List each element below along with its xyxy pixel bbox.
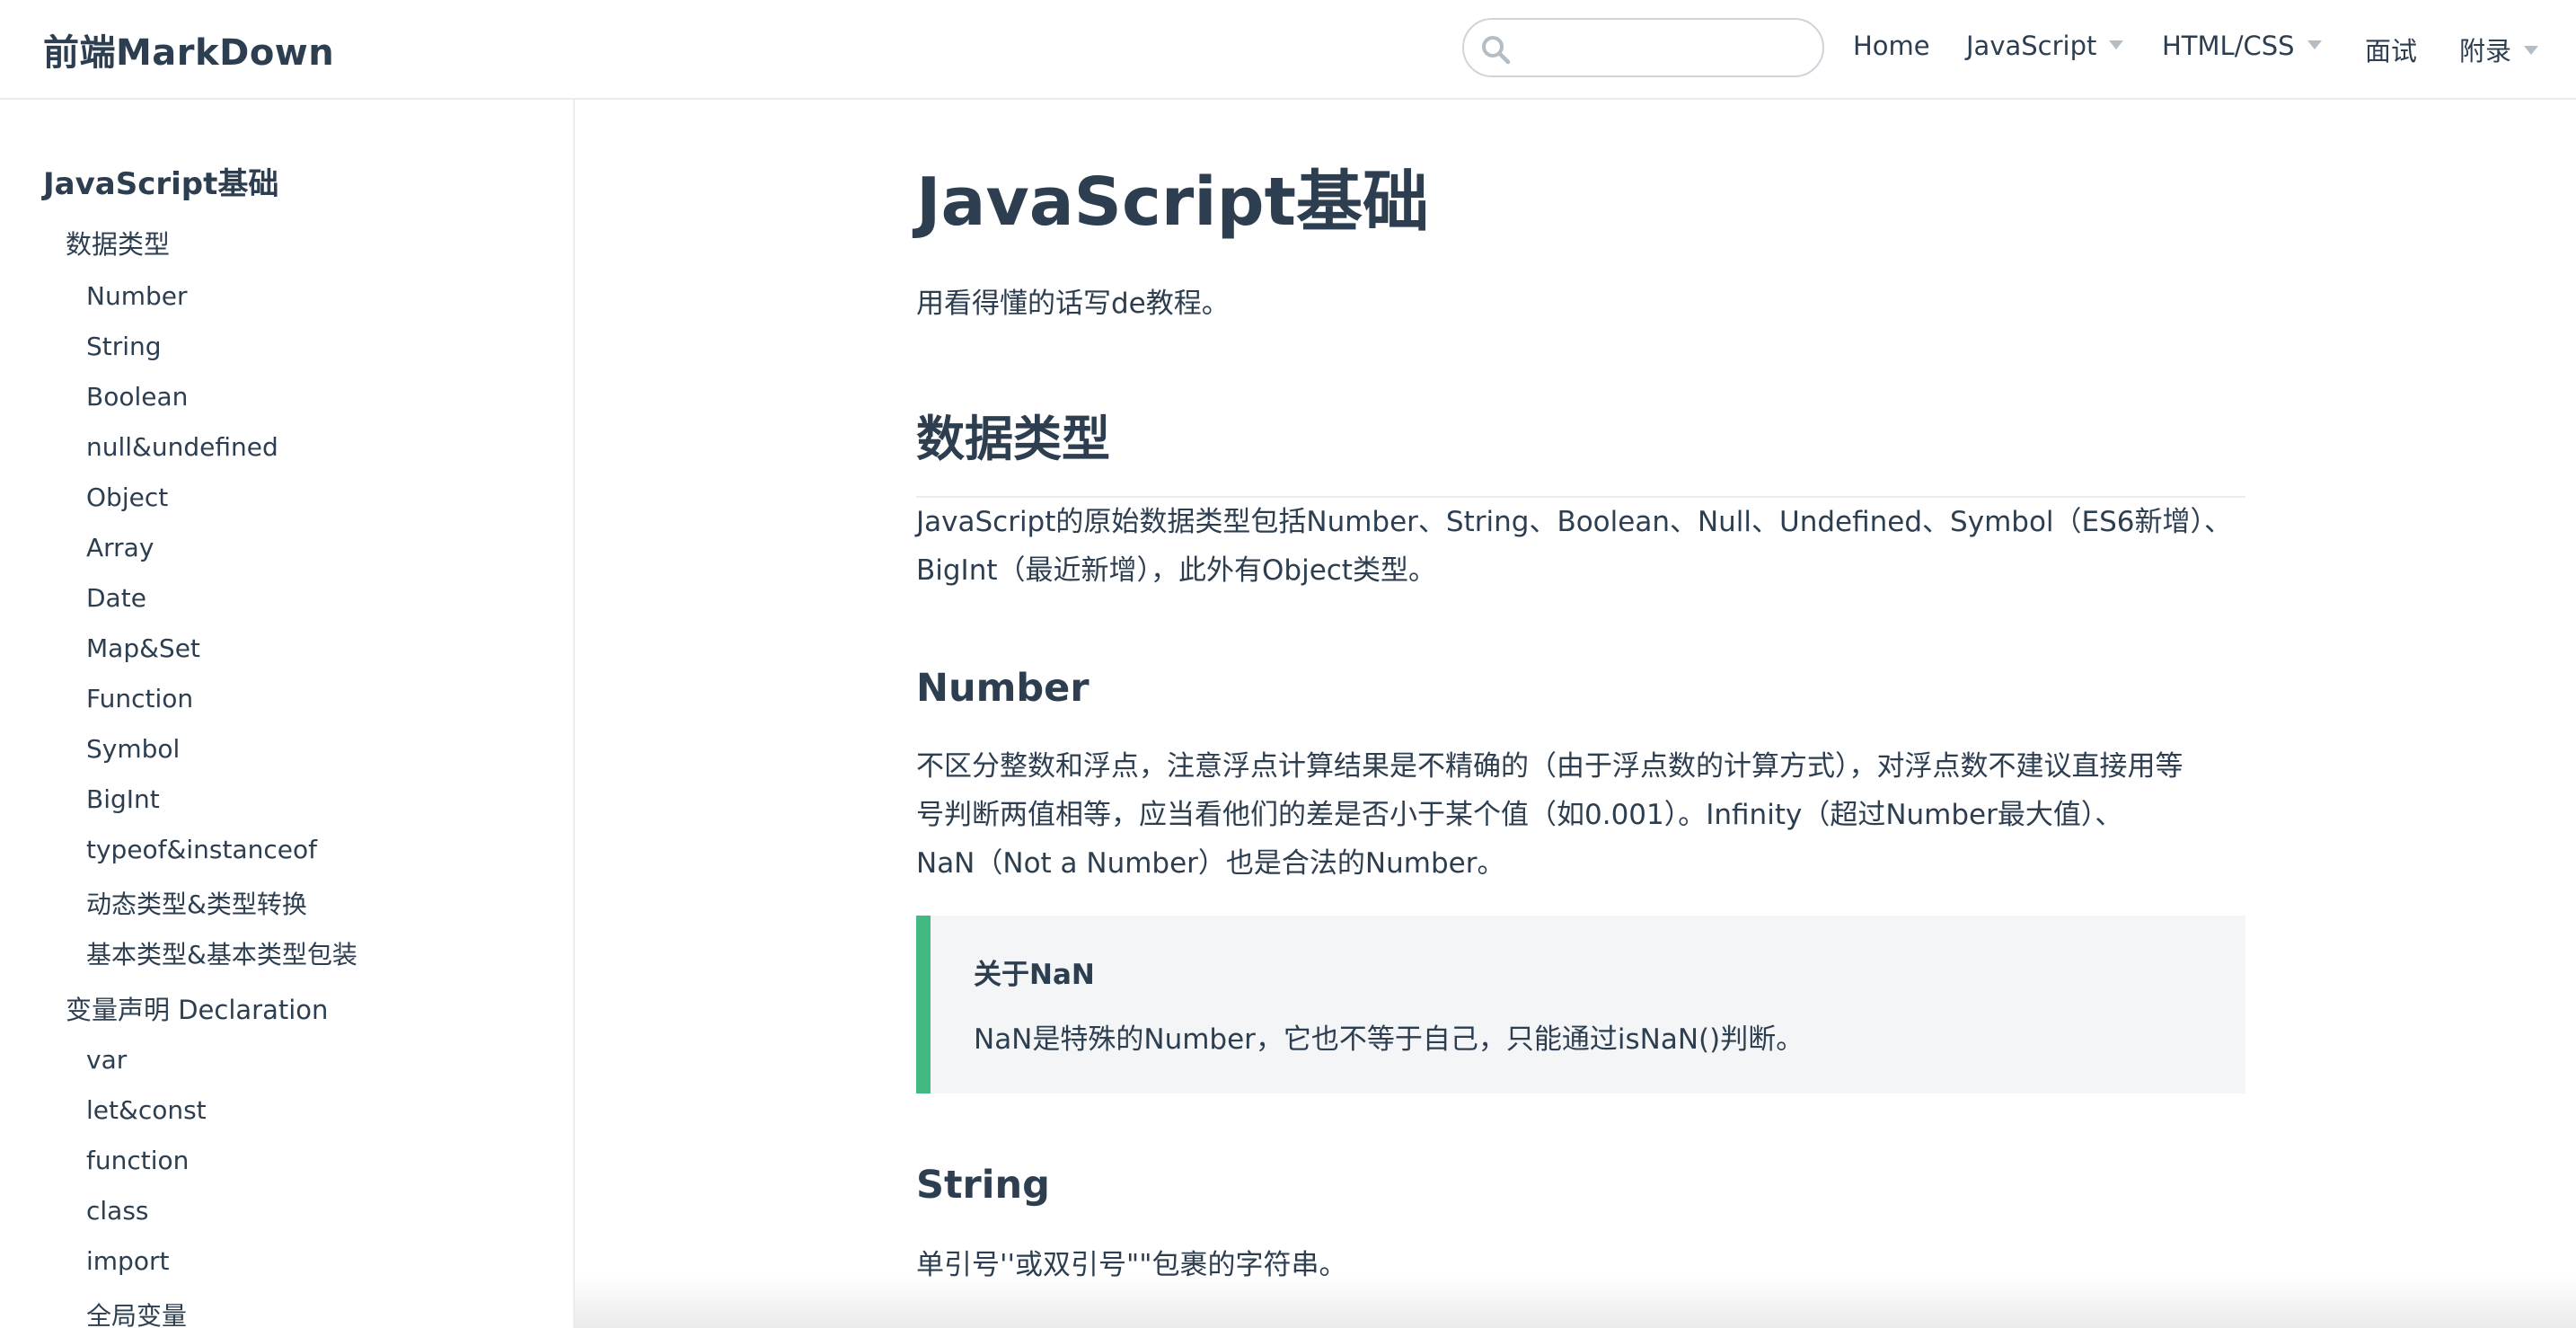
sidebar: JavaScript基础 数据类型 Number String Boolean … xyxy=(0,100,575,1328)
number-paragraph: 不区分整数和浮点，注意浮点计算结果是不精确的（由于浮点数的计算方式），对浮点数不… xyxy=(916,742,2245,888)
number-line-2: 号判断两值相等，应当看他们的差是否小于某个值（如0.001）。Infinity（… xyxy=(916,799,2123,831)
sidebar-item-var[interactable]: var xyxy=(86,1045,127,1075)
dropdown-arrow-icon xyxy=(2307,40,2322,49)
sidebar-group-declaration[interactable]: 变量声明 Declaration xyxy=(66,989,328,1027)
bottom-shadow xyxy=(575,1276,2576,1328)
search-box[interactable] xyxy=(1462,18,1824,77)
section-heading-data-types: 数据类型 xyxy=(916,399,2245,498)
dropdown-arrow-icon xyxy=(2524,46,2539,55)
sidebar-item-class[interactable]: class xyxy=(86,1196,149,1226)
nav-home-label: Home xyxy=(1853,31,1930,61)
sidebar-item-import[interactable]: import xyxy=(86,1246,169,1276)
sidebar-item-date[interactable]: Date xyxy=(86,583,146,613)
sidebar-item-array[interactable]: Array xyxy=(86,533,154,562)
nav-appendix-label: 附录 xyxy=(2459,36,2512,66)
nav-home[interactable]: Home xyxy=(1853,31,1930,61)
sidebar-item-string[interactable]: String xyxy=(86,332,162,361)
sidebar-item-function[interactable]: Function xyxy=(86,684,193,713)
sidebar-item-dynamic-types[interactable]: 动态类型&类型转换 xyxy=(86,885,307,921)
intro-paragraph: 用看得懂的话写de教程。 xyxy=(916,288,1230,320)
nav-html-css[interactable]: HTML/CSS xyxy=(2162,31,2322,61)
tip-title: 关于NaN xyxy=(974,959,1095,991)
sidebar-item-map-set[interactable]: Map&Set xyxy=(86,633,200,663)
search-input[interactable] xyxy=(1522,29,1809,68)
heading-number: Number xyxy=(916,666,1090,711)
site-name[interactable]: 前端MarkDown xyxy=(43,23,334,75)
sidebar-item-global-variables[interactable]: 全局变量 xyxy=(86,1297,187,1328)
nav-appendix[interactable]: 附录 xyxy=(2459,31,2539,68)
sidebar-group-data-types[interactable]: 数据类型 xyxy=(66,224,170,261)
number-line-3: NaN（Not a Number）也是合法的Number。 xyxy=(916,847,1505,880)
sidebar-item-bigint[interactable]: BigInt xyxy=(86,784,160,814)
sidebar-item-function-declaration[interactable]: function xyxy=(86,1146,189,1175)
sidebar-item-symbol[interactable]: Symbol xyxy=(86,734,180,764)
sidebar-item-null-undefined[interactable]: null&undefined xyxy=(86,432,278,462)
sidebar-item-number[interactable]: Number xyxy=(86,281,187,311)
sidebar-item-let-const[interactable]: let&const xyxy=(86,1095,207,1125)
navbar: 前端MarkDown Home JavaScript HTML/CSS 面试 附… xyxy=(0,0,2576,100)
data-types-line-1: JavaScript的原始数据类型包括Number、String、Boolean… xyxy=(916,506,2233,538)
search-icon xyxy=(1482,36,1511,65)
sidebar-heading[interactable]: JavaScript基础 xyxy=(43,159,278,203)
number-line-1: 不区分整数和浮点，注意浮点计算结果是不精确的（由于浮点数的计算方式），对浮点数不… xyxy=(916,750,2183,783)
tip-text: NaN是特殊的Number，它也不等于自己，只能通过isNaN()判断。 xyxy=(974,1023,1804,1056)
dropdown-arrow-icon xyxy=(2109,40,2124,49)
sidebar-item-typeof-instanceof[interactable]: typeof&instanceof xyxy=(86,835,317,864)
nav-html-css-label: HTML/CSS xyxy=(2162,31,2295,61)
data-types-paragraph: JavaScript的原始数据类型包括Number、String、Boolean… xyxy=(916,498,2245,595)
nav-interview[interactable]: 面试 xyxy=(2365,31,2417,68)
sidebar-item-object[interactable]: Object xyxy=(86,483,168,512)
sidebar-item-boolean[interactable]: Boolean xyxy=(86,382,188,412)
nav-javascript-label: JavaScript xyxy=(1966,31,2097,61)
page-title: JavaScript基础 xyxy=(916,164,1430,241)
nav-javascript[interactable]: JavaScript xyxy=(1966,31,2124,61)
section-heading-text: 数据类型 xyxy=(916,411,1110,467)
nav-interview-label: 面试 xyxy=(2365,36,2418,66)
heading-string: String xyxy=(916,1163,1050,1208)
tip-block: 关于NaN NaN是特殊的Number，它也不等于自己，只能通过isNaN()判… xyxy=(916,916,2245,1093)
data-types-line-2: BigInt（最近新增），此外有Object类型。 xyxy=(916,554,1436,587)
sidebar-item-primitive-wrappers[interactable]: 基本类型&基本类型包装 xyxy=(86,935,357,971)
